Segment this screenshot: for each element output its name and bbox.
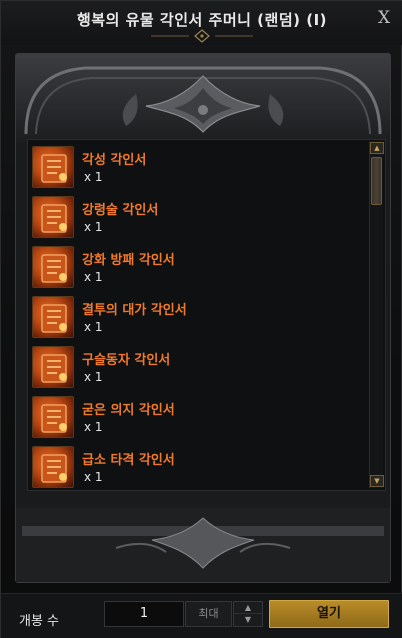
scroll-down-icon[interactable]: ▼ (370, 475, 384, 487)
list-item[interactable]: 결투의 대가 각인서 x 1 (32, 294, 368, 342)
item-name: 강령술 각인서 (82, 203, 159, 218)
item-quantity: x 1 (84, 320, 103, 334)
scroll-up-icon[interactable]: ▲ (370, 142, 384, 154)
engraving-book-icon (32, 296, 74, 338)
close-button[interactable]: X (375, 9, 393, 27)
open-count-label: 개봉 수 (19, 614, 60, 629)
item-quantity: x 1 (84, 470, 103, 484)
engraving-book-icon (32, 246, 74, 288)
list-item[interactable]: 굳은 의지 각인서 x 1 (32, 394, 368, 442)
ornament-top-icon (16, 54, 390, 142)
list-item[interactable]: 급소 타격 각인서 x 1 (32, 444, 368, 490)
item-name: 굳은 의지 각인서 (82, 403, 175, 418)
quantity-input[interactable]: 1 (104, 601, 184, 627)
stepper-up-icon[interactable]: ▲ (234, 602, 262, 614)
engraving-book-icon (32, 446, 74, 488)
scroll-thumb[interactable] (371, 157, 382, 205)
list-item[interactable]: 구슬동자 각인서 x 1 (32, 344, 368, 392)
item-quantity: x 1 (84, 220, 103, 234)
engraving-book-icon (32, 146, 74, 188)
list-item[interactable]: 강화 방패 각인서 x 1 (32, 244, 368, 292)
item-quantity: x 1 (84, 370, 103, 384)
max-button[interactable]: 최대 (185, 601, 232, 627)
stepper-down-icon[interactable]: ▼ (234, 614, 262, 626)
item-name: 구슬동자 각인서 (82, 353, 171, 368)
window-title: 행복의 유물 각인서 주머니 (랜덤) (I) (76, 11, 327, 29)
ornament-bottom-icon (16, 508, 390, 582)
item-name: 각성 각인서 (82, 153, 147, 168)
reward-list[interactable]: 각성 각인서 x 1 강령술 각인서 x 1 강화 방패 각인서 x 1 결투의… (27, 139, 386, 491)
item-quantity: x 1 (84, 270, 103, 284)
engraving-book-icon (32, 346, 74, 388)
quantity-stepper[interactable]: ▲ ▼ (233, 601, 263, 627)
list-item[interactable]: 강령술 각인서 x 1 (32, 194, 368, 242)
item-name: 결투의 대가 각인서 (82, 303, 187, 318)
engraving-book-icon (32, 396, 74, 438)
engraving-book-icon (32, 196, 74, 238)
item-name: 급소 타격 각인서 (82, 453, 175, 468)
item-box-window: 행복의 유물 각인서 주머니 (랜덤) (I) X 각성 각인서 x 1 강령술… (0, 0, 402, 638)
title-bar[interactable]: 행복의 유물 각인서 주머니 (랜덤) (I) X (1, 1, 402, 45)
item-name: 강화 방패 각인서 (82, 253, 175, 268)
item-quantity: x 1 (84, 170, 103, 184)
title-ornament-icon (151, 29, 253, 43)
list-scrollbar[interactable]: ▲ ▼ (369, 141, 384, 488)
item-quantity: x 1 (84, 420, 103, 434)
list-item[interactable]: 각성 각인서 x 1 (32, 144, 368, 192)
open-button[interactable]: 열기 (269, 600, 389, 628)
